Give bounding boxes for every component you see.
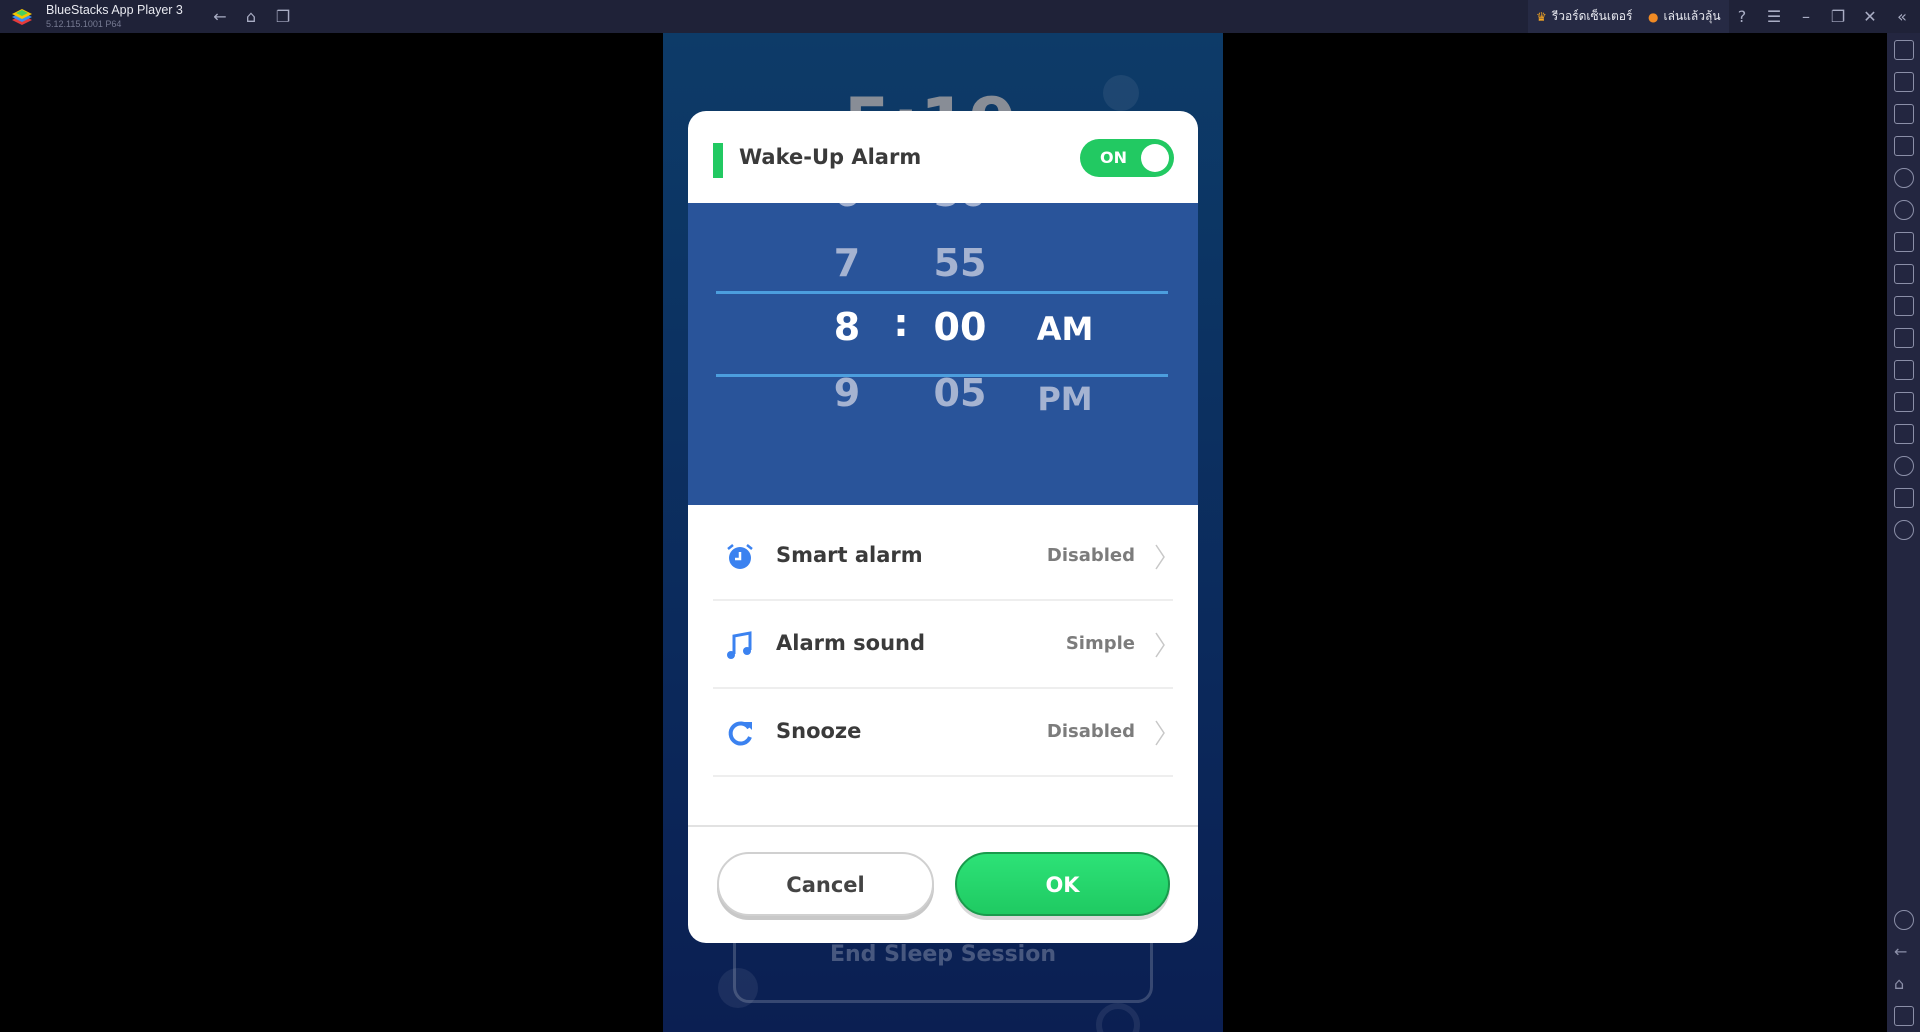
layers-icon[interactable] [1894,488,1914,508]
time-picker[interactable]: 6 7 8 9 10 : 50 55 00 05 10 AM PM [688,203,1198,505]
home-icon[interactable]: ⌂ [240,6,262,28]
play-win-label: เล่นแล้วลุ้น [1663,9,1721,23]
setting-row-snooze[interactable]: Snooze Disabled [713,689,1173,777]
bluestacks-logo-icon [12,9,32,25]
hour-option[interactable]: 6 [834,203,860,215]
keyboard-icon[interactable] [1894,136,1914,156]
back-arrow-icon[interactable]: ← [209,6,231,28]
hour-option[interactable]: 10 [821,503,874,505]
reward-center-button[interactable]: ♛ รีวอร์ดเซ็นเตอร์ [1528,0,1641,33]
install-apk-icon[interactable] [1894,264,1914,284]
hour-option[interactable]: 9 [834,371,860,415]
alarm-clock-icon [727,544,753,569]
app-version: 5.12.115.1001 P64 [46,19,122,29]
settings-icon[interactable] [1894,910,1914,930]
setting-row-alarm-sound[interactable]: Alarm sound Simple [713,601,1173,689]
setting-label: Smart alarm [776,543,923,567]
volume-mute-icon[interactable] [1894,72,1914,92]
ok-button[interactable]: OK [955,852,1170,916]
minute-selected[interactable]: 00 [934,305,987,349]
toggle-label: ON [1100,148,1127,167]
minute-option[interactable]: 50 [934,203,987,215]
crown-icon: ♛ [1536,9,1547,24]
selection-line-bottom [716,374,1168,377]
selection-line-top [716,291,1168,294]
decor-bubble [1096,1003,1140,1032]
shake-icon[interactable] [1894,424,1914,444]
pointer-icon[interactable] [1894,104,1914,124]
record-icon[interactable] [1894,168,1914,188]
minute-option[interactable]: 10 [934,503,987,505]
eco-mode-icon[interactable] [1894,520,1914,540]
fullscreen-icon[interactable] [1894,40,1914,60]
minute-option[interactable]: 05 [934,371,987,415]
period-option[interactable]: PM [1037,380,1092,418]
reward-center-label: รีวอร์ดเซ็นเตอร์ [1551,9,1633,23]
android-recents-icon[interactable] [1894,1006,1914,1026]
play-win-button[interactable]: ● เล่นแล้วลุ้น [1640,0,1729,33]
cancel-button[interactable]: Cancel [717,852,934,916]
music-note-icon [727,631,752,659]
setting-label: Snooze [776,719,862,743]
help-icon[interactable]: ? [1731,6,1753,28]
menu-icon[interactable]: ☰ [1763,6,1785,28]
footer-divider [688,825,1198,827]
toggle-knob [1141,144,1169,172]
coin-icon: ● [1648,9,1659,24]
hour-option[interactable]: 7 [834,241,860,285]
minute-option[interactable]: 55 [934,241,987,285]
macro-icon[interactable] [1894,232,1914,252]
android-home-icon[interactable]: ⌂ [1894,974,1914,994]
setting-row-smart-alarm[interactable]: Smart alarm Disabled [713,513,1173,601]
period-selected[interactable]: AM [1037,310,1094,348]
setting-value: Disabled [1046,545,1135,566]
multi-instance-icon[interactable]: ❐ [272,6,294,28]
accent-bar [713,143,723,178]
airplane-icon[interactable] [1894,360,1914,380]
decor-bubble [1103,75,1139,111]
refresh-icon [728,721,752,746]
wake-up-alarm-dialog: Wake-Up Alarm ON 6 7 8 9 10 : 50 55 00 0… [688,111,1198,943]
android-back-icon[interactable]: ← [1894,942,1914,962]
close-icon[interactable]: ✕ [1859,6,1881,28]
chevron-right-icon [1155,720,1165,746]
minimize-icon[interactable]: – [1795,6,1817,28]
setting-value: Disabled [1046,721,1135,742]
folder-icon[interactable] [1894,328,1914,348]
rotate-sync-icon[interactable] [1894,200,1914,220]
alarm-toggle[interactable]: ON [1080,139,1174,177]
restore-icon[interactable]: ❐ [1827,6,1849,28]
title-bar: BlueStacks App Player 3 5.12.115.1001 P6… [0,0,1920,33]
time-separator: : [893,301,909,345]
right-sidebar: ← ⌂ [1887,33,1920,1032]
setting-value: Simple [1065,633,1135,654]
setting-label: Alarm sound [776,631,926,655]
hour-selected[interactable]: 8 [834,305,860,349]
chevron-right-icon [1155,632,1165,658]
screenshot-icon[interactable] [1894,296,1914,316]
dialog-header: Wake-Up Alarm ON [688,111,1198,203]
location-icon[interactable] [1894,456,1914,476]
app-title: BlueStacks App Player 3 [46,3,183,17]
resize-icon[interactable] [1894,392,1914,412]
collapse-sidebar-icon[interactable]: « [1891,6,1913,28]
dialog-title: Wake-Up Alarm [739,145,922,169]
chevron-right-icon [1155,544,1165,570]
